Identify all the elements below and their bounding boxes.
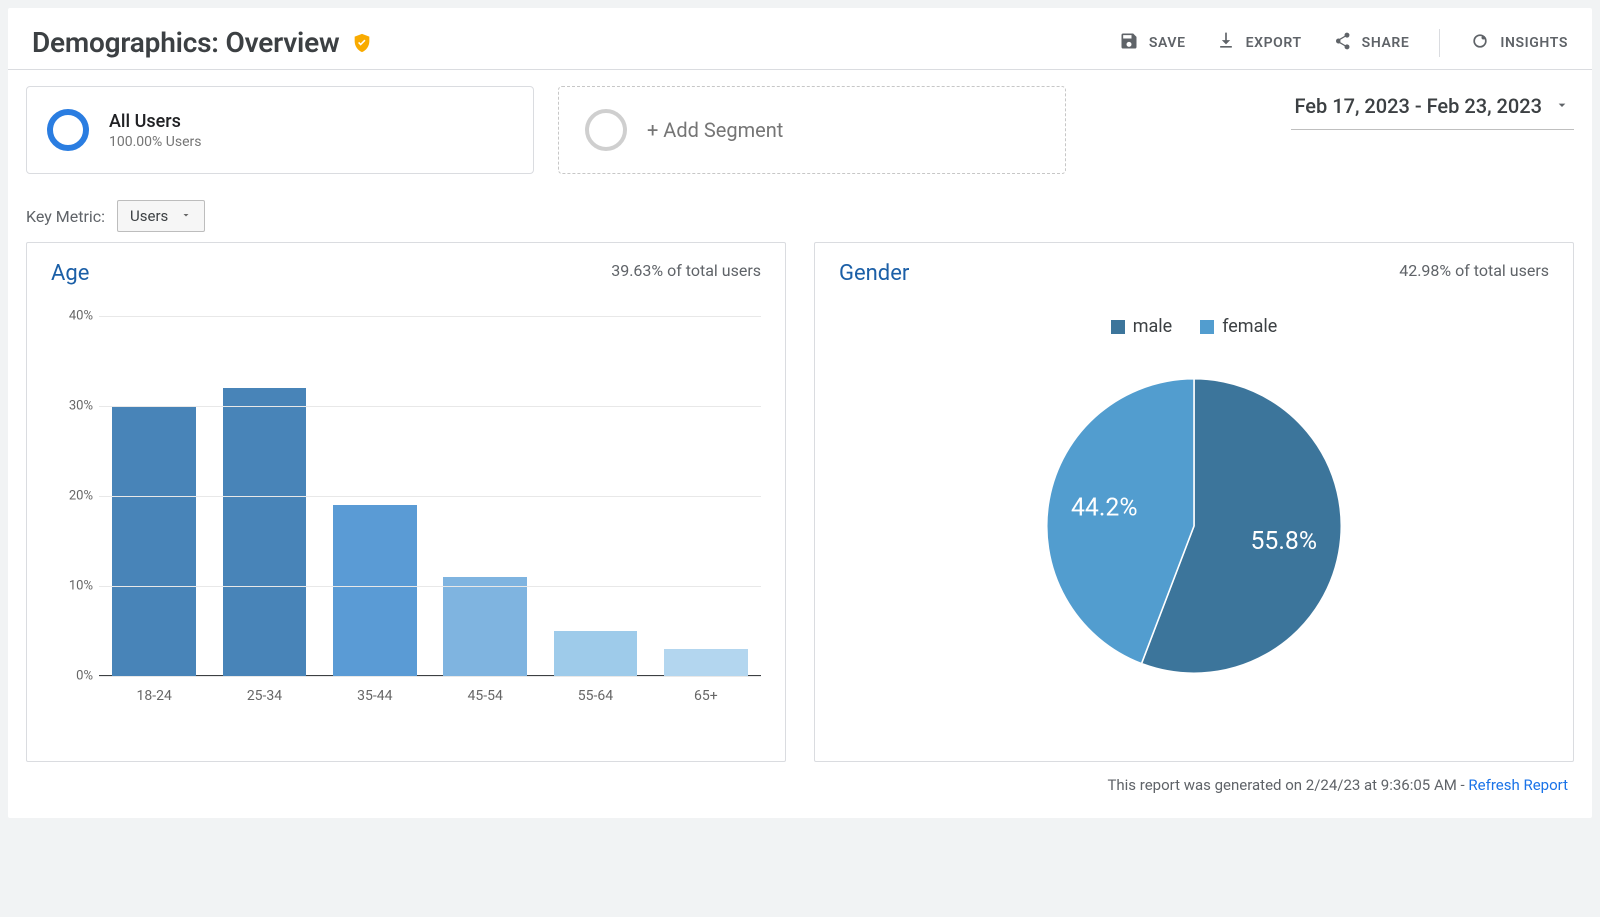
legend-item-male[interactable]: male bbox=[1111, 316, 1173, 337]
bar-45-54[interactable] bbox=[443, 577, 527, 676]
gridline bbox=[99, 586, 761, 587]
save-label: SAVE bbox=[1149, 35, 1186, 51]
add-segment-label: + Add Segment bbox=[647, 118, 783, 142]
gender-chart-title: Gender bbox=[839, 261, 909, 286]
x-tick-label: 55-64 bbox=[540, 688, 650, 716]
insights-icon bbox=[1470, 31, 1490, 55]
key-metric-select[interactable]: Users bbox=[117, 200, 205, 232]
legend-swatch bbox=[1111, 320, 1125, 334]
share-label: SHARE bbox=[1362, 35, 1410, 51]
gridline bbox=[99, 496, 761, 497]
segment-all-users[interactable]: All Users 100.00% Users bbox=[26, 86, 534, 174]
bar-25-34[interactable] bbox=[223, 388, 307, 676]
date-range-picker[interactable]: Feb 17, 2023 - Feb 23, 2023 bbox=[1291, 86, 1575, 130]
pie-slice-label-female: 44.2% bbox=[1071, 494, 1138, 523]
share-button[interactable]: SHARE bbox=[1332, 31, 1410, 55]
legend-item-female[interactable]: female bbox=[1200, 316, 1277, 337]
bar-18-24[interactable] bbox=[112, 406, 196, 676]
key-metric-value: Users bbox=[130, 207, 168, 225]
divider bbox=[1439, 29, 1440, 57]
page-title: Demographics: Overview bbox=[32, 26, 339, 59]
legend-label: male bbox=[1133, 316, 1173, 337]
gridline bbox=[99, 316, 761, 317]
age-bar-chart: 0%10%20%30%40% 18-2425-3435-4445-5455-64… bbox=[99, 316, 761, 716]
age-chart-title: Age bbox=[51, 261, 89, 286]
gridline bbox=[99, 406, 761, 407]
age-chart-subtitle: 39.63% of total users bbox=[611, 261, 761, 280]
add-segment-circle-icon bbox=[585, 109, 627, 151]
key-metric-row: Key Metric: Users bbox=[26, 200, 1574, 232]
pie-legend: male female bbox=[839, 316, 1549, 337]
x-tick-label: 18-24 bbox=[99, 688, 209, 716]
charts-row: Age 39.63% of total users 0%10%20%30%40%… bbox=[26, 242, 1574, 762]
report-header: Demographics: Overview SAVE EXPORT SHARE… bbox=[8, 8, 1592, 69]
x-tick-label: 45-54 bbox=[430, 688, 540, 716]
segment-circle-icon bbox=[47, 109, 89, 151]
verified-shield-icon bbox=[351, 32, 373, 54]
y-tick-label: 30% bbox=[69, 399, 93, 414]
bar-65+[interactable] bbox=[664, 649, 748, 676]
x-tick-label: 25-34 bbox=[209, 688, 319, 716]
legend-label: female bbox=[1222, 316, 1277, 337]
share-icon bbox=[1332, 31, 1352, 55]
download-icon bbox=[1216, 31, 1236, 55]
save-icon bbox=[1119, 31, 1139, 55]
bar-55-64[interactable] bbox=[554, 631, 638, 676]
gender-pie-chart: male female 55.8% 44.2% bbox=[839, 316, 1549, 685]
insights-label: INSIGHTS bbox=[1500, 35, 1568, 51]
x-tick-label: 35-44 bbox=[320, 688, 430, 716]
date-range-label: Feb 17, 2023 - Feb 23, 2023 bbox=[1295, 94, 1543, 118]
y-tick-label: 40% bbox=[69, 309, 93, 324]
segment-name: All Users bbox=[109, 111, 201, 132]
chevron-down-icon bbox=[180, 207, 192, 225]
report-footer: This report was generated on 2/24/23 at … bbox=[26, 762, 1574, 800]
export-label: EXPORT bbox=[1246, 35, 1302, 51]
key-metric-label: Key Metric: bbox=[26, 207, 105, 226]
segment-row: All Users 100.00% Users + Add Segment Fe… bbox=[26, 86, 1574, 174]
refresh-report-link[interactable]: Refresh Report bbox=[1468, 776, 1568, 794]
export-button[interactable]: EXPORT bbox=[1216, 31, 1302, 55]
add-segment-button[interactable]: + Add Segment bbox=[558, 86, 1066, 174]
gender-chart-subtitle: 42.98% of total users bbox=[1399, 261, 1549, 280]
insights-button[interactable]: INSIGHTS bbox=[1470, 31, 1568, 55]
segment-subtext: 100.00% Users bbox=[109, 134, 201, 150]
age-chart-panel: Age 39.63% of total users 0%10%20%30%40%… bbox=[26, 242, 786, 762]
header-actions: SAVE EXPORT SHARE INSIGHTS bbox=[1119, 29, 1568, 57]
y-tick-label: 0% bbox=[76, 669, 93, 684]
gender-chart-panel: Gender 42.98% of total users male female … bbox=[814, 242, 1574, 762]
legend-swatch bbox=[1200, 320, 1214, 334]
save-button[interactable]: SAVE bbox=[1119, 31, 1186, 55]
footer-text: This report was generated on 2/24/23 at … bbox=[1107, 776, 1468, 794]
y-tick-label: 10% bbox=[69, 579, 93, 594]
chevron-down-icon bbox=[1554, 94, 1570, 118]
pie-slice-label-male: 55.8% bbox=[1250, 527, 1317, 556]
x-tick-label: 65+ bbox=[651, 688, 761, 716]
y-tick-label: 20% bbox=[69, 489, 93, 504]
bar-35-44[interactable] bbox=[333, 505, 417, 676]
